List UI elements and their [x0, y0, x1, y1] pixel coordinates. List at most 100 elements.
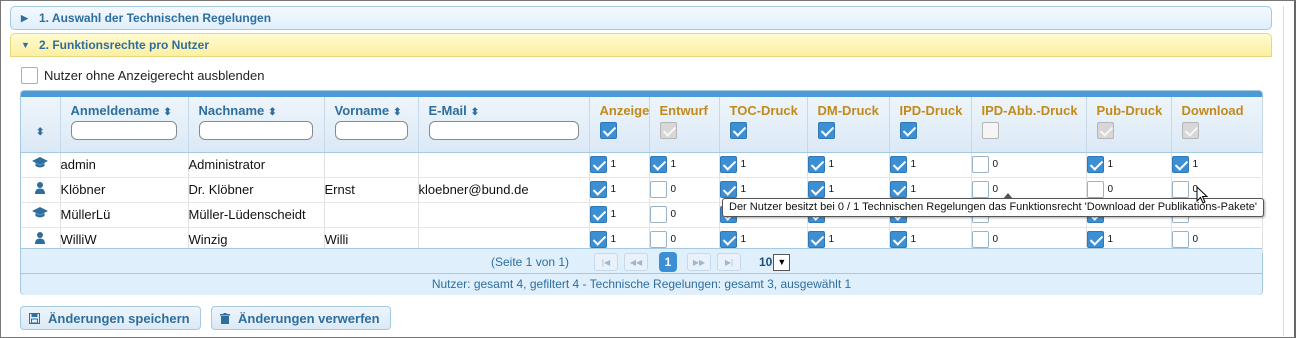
- ipd-checkbox[interactable]: [889, 231, 907, 248]
- right-count: 0: [992, 159, 999, 170]
- firstname-filter-input[interactable]: [334, 121, 408, 140]
- login-cell: Klöbner: [60, 177, 189, 203]
- toc-checkbox[interactable]: [719, 156, 737, 173]
- user-type-cell: [21, 152, 61, 178]
- hide-users-checkbox[interactable]: [21, 67, 38, 84]
- download-checkbox[interactable]: [1171, 181, 1189, 198]
- draft-all-checkbox[interactable]: [659, 122, 677, 140]
- draft-checkbox[interactable]: [649, 156, 667, 173]
- scrollbar-track[interactable]: [1283, 6, 1284, 336]
- hide-users-toggle[interactable]: Nutzer ohne Anzeigerecht ausblenden: [21, 67, 264, 84]
- download-checkbox[interactable]: [1171, 231, 1189, 248]
- sort-icon: ⬍: [36, 127, 45, 138]
- pub-checkbox[interactable]: [1086, 181, 1104, 198]
- ipd-abb-checkbox[interactable]: [971, 181, 989, 198]
- firstname-cell: [324, 152, 419, 178]
- ipd-abb-all-checkbox[interactable]: [981, 122, 999, 140]
- lastname-cell: Dr. Klöbner: [188, 177, 325, 203]
- right-count: 0: [670, 209, 677, 220]
- right-count: 1: [1107, 159, 1114, 170]
- user-rights-grid: ⬍ Anmeldename ⬍ Nachname ⬍ Vorname ⬍ E-Mail…: [20, 90, 1263, 295]
- ipd-checkbox[interactable]: [889, 181, 907, 198]
- download-checkbox[interactable]: [1171, 156, 1189, 173]
- pub-all-checkbox[interactable]: [1096, 122, 1114, 140]
- right-count: 1: [610, 159, 617, 170]
- save-changes-button[interactable]: Änderungen speichern: [20, 306, 201, 330]
- column-header-right-display: Anzeige: [589, 97, 650, 153]
- ipd-checkbox[interactable]: [889, 156, 907, 173]
- column-header-right-download: Download: [1171, 97, 1263, 153]
- chevron-down-icon: ▼: [21, 40, 30, 50]
- ipd-abb-checkbox[interactable]: [971, 156, 989, 173]
- page-size-select[interactable]: 10 ▼: [759, 253, 791, 271]
- right-count: 1: [670, 159, 677, 170]
- admin-cap-icon: [32, 157, 49, 172]
- login-filter-input[interactable]: [70, 121, 177, 140]
- accordion-section-tech-regulations[interactable]: ▶ 1. Auswahl der Technischen Regelungen: [10, 6, 1272, 30]
- first-page-button[interactable]: |◀: [594, 253, 618, 271]
- right-cell-toc: 1: [719, 152, 808, 178]
- dm-checkbox[interactable]: [807, 156, 825, 173]
- discard-changes-button[interactable]: Änderungen verwerfen: [211, 306, 391, 330]
- page-number-button[interactable]: 1: [659, 252, 677, 272]
- email-cell: [418, 202, 590, 228]
- user-type-cell: [21, 202, 61, 228]
- column-header-right-toc: TOC-Druck: [719, 97, 808, 153]
- right-cell-draft: 0: [649, 202, 720, 228]
- display-checkbox[interactable]: [589, 231, 607, 248]
- dm-checkbox[interactable]: [807, 181, 825, 198]
- email-cell: kloebner@bund.de: [418, 177, 590, 203]
- ipd-abb-checkbox[interactable]: [971, 231, 989, 248]
- email-filter-input[interactable]: [428, 121, 579, 140]
- draft-checkbox[interactable]: [649, 181, 667, 198]
- pub-checkbox[interactable]: [1086, 231, 1104, 248]
- last-page-button[interactable]: ▶|: [717, 253, 741, 271]
- column-header-login[interactable]: Anmeldename ⬍: [60, 97, 189, 153]
- email-cell: [418, 152, 590, 178]
- sort-icon: ⬍: [268, 107, 277, 118]
- display-all-checkbox[interactable]: [599, 122, 617, 140]
- prev-page-button[interactable]: ◀◀: [624, 253, 648, 271]
- ipd-all-checkbox[interactable]: [899, 122, 917, 140]
- right-count: 1: [828, 234, 835, 245]
- right-count: 1: [828, 159, 835, 170]
- display-checkbox[interactable]: [589, 156, 607, 173]
- sort-icon: ⬍: [470, 107, 480, 118]
- download-all-checkbox[interactable]: [1181, 122, 1199, 140]
- column-header-lastname[interactable]: Nachname ⬍: [188, 97, 325, 153]
- mouse-pointer-icon: [1196, 186, 1209, 204]
- lastname-cell: Müller-Lüdenscheidt: [188, 202, 325, 228]
- display-checkbox[interactable]: [589, 206, 607, 223]
- toc-all-checkbox[interactable]: [729, 122, 747, 140]
- column-header-email[interactable]: E-Mail ⬍: [418, 97, 590, 153]
- accordion-section-label: 1. Auswahl der Technischen Regelungen: [39, 11, 272, 25]
- toc-checkbox[interactable]: [719, 181, 737, 198]
- draft-checkbox[interactable]: [649, 206, 667, 223]
- accordion-section-user-rights[interactable]: ▼ 2. Funktionsrechte pro Nutzer: [10, 33, 1272, 57]
- dm-all-checkbox[interactable]: [817, 122, 835, 140]
- column-header-right-ipd-abb: IPD-Abb.-Druck: [971, 97, 1087, 153]
- display-checkbox[interactable]: [589, 181, 607, 198]
- next-page-button[interactable]: ▶▶: [687, 253, 711, 271]
- lastname-filter-input[interactable]: [198, 121, 313, 140]
- column-header-right-pub: Pub-Druck: [1086, 97, 1172, 153]
- pub-checkbox[interactable]: [1086, 156, 1104, 173]
- right-count: 1: [828, 184, 835, 195]
- right-count: 1: [610, 184, 617, 195]
- admin-cap-icon: [32, 207, 49, 222]
- draft-checkbox[interactable]: [649, 231, 667, 248]
- column-header-type[interactable]: ⬍: [21, 97, 61, 153]
- table-row[interactable]: admin Administrator 1 1 1 1 1 0 1 1: [21, 152, 1263, 178]
- user-icon: [35, 232, 46, 247]
- right-count: 0: [1192, 234, 1199, 245]
- right-count: 1: [1192, 159, 1199, 170]
- right-cell-draft: 1: [649, 152, 720, 178]
- accordion-section-label: 2. Funktionsrechte pro Nutzer: [39, 38, 210, 52]
- right-count: 1: [610, 209, 617, 220]
- page-info: (Seite 1 von 1): [491, 255, 570, 269]
- right-cell-pub: 1: [1086, 152, 1172, 178]
- dm-checkbox[interactable]: [807, 231, 825, 248]
- column-header-firstname[interactable]: Vorname ⬍: [324, 97, 419, 153]
- toc-checkbox[interactable]: [719, 231, 737, 248]
- right-cell-display: 1: [589, 177, 650, 203]
